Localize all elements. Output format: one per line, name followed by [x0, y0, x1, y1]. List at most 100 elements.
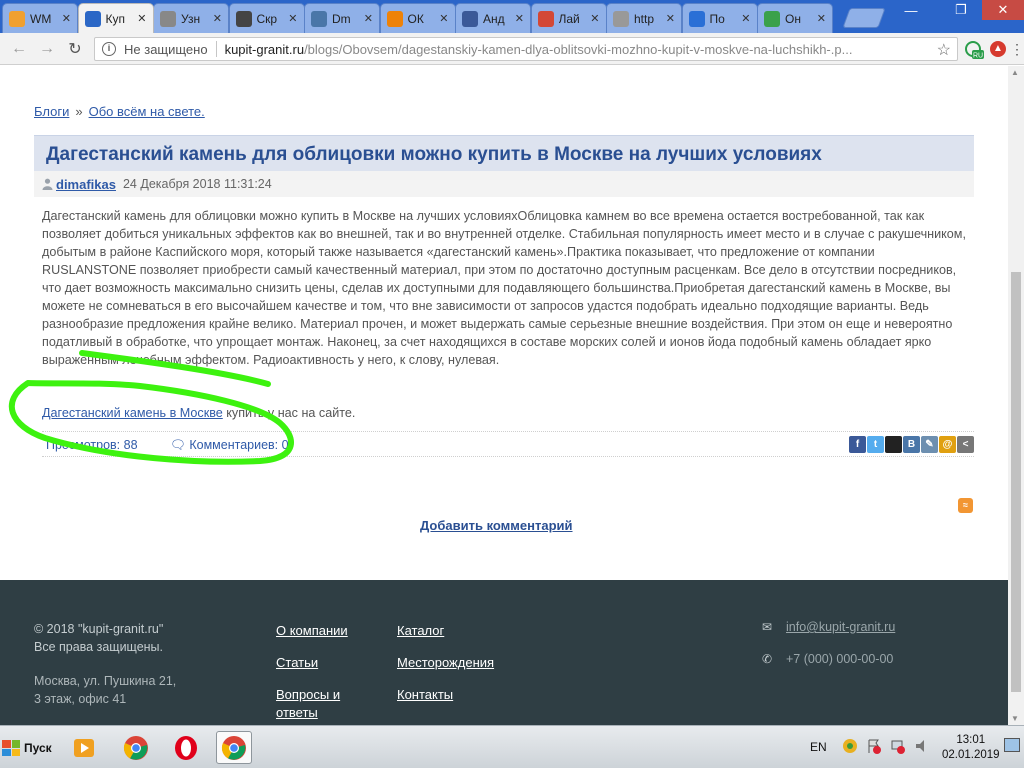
tray-network-error-icon[interactable]: [890, 738, 906, 754]
browser-tab[interactable]: ОК ✕: [379, 3, 456, 33]
browser-tab[interactable]: Узн ✕: [153, 3, 229, 33]
tab-close-icon[interactable]: ✕: [364, 12, 373, 25]
delicious-share-icon[interactable]: [885, 436, 902, 453]
tab-close-icon[interactable]: ✕: [137, 12, 146, 25]
start-button[interactable]: Пуск: [2, 735, 54, 761]
new-tab-button[interactable]: [842, 8, 886, 28]
livejournal-share-icon[interactable]: ✎: [921, 436, 938, 453]
browser-tab[interactable]: Dm ✕: [304, 3, 380, 33]
mailru-share-icon[interactable]: @: [939, 436, 956, 453]
tab-close-icon[interactable]: ✕: [817, 12, 826, 25]
footer-address: Москва, ул. Пушкина 21, 3 этаж, офис 41: [34, 672, 176, 708]
upload-extension-icon[interactable]: ▲: [990, 41, 1006, 57]
tray-app-icon[interactable]: [842, 738, 858, 754]
browser-menu-icon[interactable]: ⋮: [1010, 41, 1024, 58]
minimize-button[interactable]: —: [896, 0, 926, 20]
opera-app-icon[interactable]: [168, 731, 204, 764]
share-buttons: f t B ✎ @ <: [849, 436, 974, 453]
url-path: /blogs/Obovsem/dagestanskiy-kamen-dlya-o…: [304, 41, 853, 57]
scrollbar-thumb[interactable]: [1011, 272, 1021, 692]
g-logo-icon: [84, 10, 101, 27]
browser-tab[interactable]: http ✕: [606, 3, 682, 33]
tab-label: Куп: [105, 11, 126, 26]
tray-volume-icon[interactable]: [914, 738, 930, 754]
footer-link-contacts[interactable]: Контакты: [397, 686, 453, 704]
footer-copyright: © 2018 "kupit-granit.ru" Все права защищ…: [34, 620, 163, 656]
tab-close-icon[interactable]: ✕: [666, 12, 675, 25]
scroll-down-arrow-icon[interactable]: ▼: [1011, 714, 1019, 723]
vertical-scrollbar[interactable]: ▲ ▼: [1008, 66, 1024, 725]
close-window-button[interactable]: ✕: [982, 0, 1024, 20]
browser-tab[interactable]: Анд ✕: [455, 3, 531, 33]
tab-label: Dm: [332, 11, 351, 26]
comments-count[interactable]: 🗨 Комментариев: 0: [170, 438, 289, 453]
translate-extension-icon[interactable]: RU: [964, 40, 984, 60]
more-share-icon[interactable]: <: [957, 436, 974, 453]
add-comment-link[interactable]: Добавить комментарий: [420, 518, 573, 533]
tab-close-icon[interactable]: ✕: [62, 12, 71, 25]
footer-link-about[interactable]: О компании: [276, 622, 348, 640]
forward-button[interactable]: →: [36, 38, 58, 60]
rss-icon[interactable]: ≈: [958, 498, 973, 513]
tab-close-icon[interactable]: ✕: [288, 12, 297, 25]
buy-link[interactable]: Дагестанский камень в Москве: [42, 406, 223, 420]
info-icon[interactable]: i: [102, 42, 116, 56]
vk-share-icon[interactable]: B: [903, 436, 920, 453]
tab-label: По: [709, 11, 725, 26]
url-host: kupit-granit.ru: [224, 41, 305, 57]
tab-close-icon[interactable]: ✕: [213, 12, 222, 25]
email-link[interactable]: info@kupit-granit.ru: [786, 620, 895, 634]
post-meta: dimafikas 24 Декабря 2018 11:31:24: [34, 171, 974, 197]
footer-link-articles[interactable]: Статьи: [276, 654, 318, 672]
tray-flag-error-icon[interactable]: [866, 738, 882, 754]
browser-toolbar: ← → ↻ i Не защищено kupit-granit.ru /blo…: [0, 33, 1024, 65]
footer-link-deposits[interactable]: Месторождения: [397, 654, 494, 672]
tab-label: Скр: [256, 11, 278, 26]
reload-button[interactable]: ↻: [64, 38, 86, 60]
omnibox-divider: [215, 41, 217, 57]
browser-tab[interactable]: Куп ✕: [77, 3, 154, 33]
search-icon: [160, 10, 176, 27]
footer-email: ✉ info@kupit-granit.ru: [762, 620, 895, 634]
chrome-active-app-icon[interactable]: [216, 731, 252, 764]
scroll-up-arrow-icon[interactable]: ▲: [1011, 68, 1019, 77]
chrome-app-icon[interactable]: [118, 731, 154, 764]
tab-close-icon[interactable]: ✕: [741, 12, 750, 25]
browser-tab[interactable]: По ✕: [681, 3, 758, 33]
copyright-text: © 2018 "kupit-granit.ru": [34, 622, 164, 636]
author-link[interactable]: dimafikas: [56, 177, 116, 192]
footer-link-catalog[interactable]: Каталог: [397, 622, 444, 640]
mail-at-icon: [688, 10, 705, 27]
browser-tab[interactable]: WM ✕: [2, 3, 78, 33]
facebook-share-icon[interactable]: f: [849, 436, 866, 453]
faq-line-1: Вопросы и: [276, 687, 341, 702]
breadcrumb-blogs[interactable]: Блоги: [34, 104, 69, 119]
browser-tab[interactable]: Скр ✕: [228, 3, 305, 33]
orange-circle-icon: [9, 10, 25, 27]
breadcrumb-separator: »: [75, 104, 83, 119]
back-button[interactable]: ←: [8, 38, 30, 60]
browser-tab[interactable]: Лай ✕: [530, 3, 607, 33]
breadcrumb-category[interactable]: Обо всём на свете.: [89, 104, 205, 119]
media-player-app-icon[interactable]: [66, 731, 102, 764]
tab-close-icon[interactable]: ✕: [515, 12, 524, 25]
tab-close-icon[interactable]: ✕: [590, 12, 599, 25]
address-bar[interactable]: i Не защищено kupit-granit.ru /blogs/Obo…: [94, 37, 958, 61]
system-clock[interactable]: 13:01 02.01.2019: [942, 733, 1000, 763]
tab-label: Лай: [558, 11, 580, 26]
buy-line-text: купить у нас на сайте.: [222, 406, 356, 420]
page-icon: [613, 10, 629, 27]
post-title-bar: Дагестанский камень для облицовки можно …: [34, 135, 974, 171]
browser-tab[interactable]: Он ✕: [757, 3, 833, 33]
bookmark-star-icon[interactable]: ☆: [937, 40, 951, 60]
tab-close-icon[interactable]: ✕: [439, 12, 448, 25]
show-desktop-button[interactable]: [1004, 738, 1020, 752]
comments-count-label: Комментариев: 0: [189, 438, 289, 452]
footer-link-faq[interactable]: Вопросы и ответы: [276, 686, 340, 722]
site-footer: © 2018 "kupit-granit.ru" Все права защищ…: [0, 580, 1008, 725]
twitter-share-icon[interactable]: t: [867, 436, 884, 453]
post-text: Дагестанский камень для облицовки можно …: [42, 209, 966, 367]
language-indicator[interactable]: EN: [810, 740, 827, 754]
tab-strip: WM ✕ Куп ✕ Узн ✕ Скр ✕ Dm ✕ ОК ✕ Анд ✕ Лай ✕ http ✕ По ✕ Он ✕…: [0, 0, 1024, 33]
maximize-button[interactable]: ❐: [946, 0, 976, 20]
